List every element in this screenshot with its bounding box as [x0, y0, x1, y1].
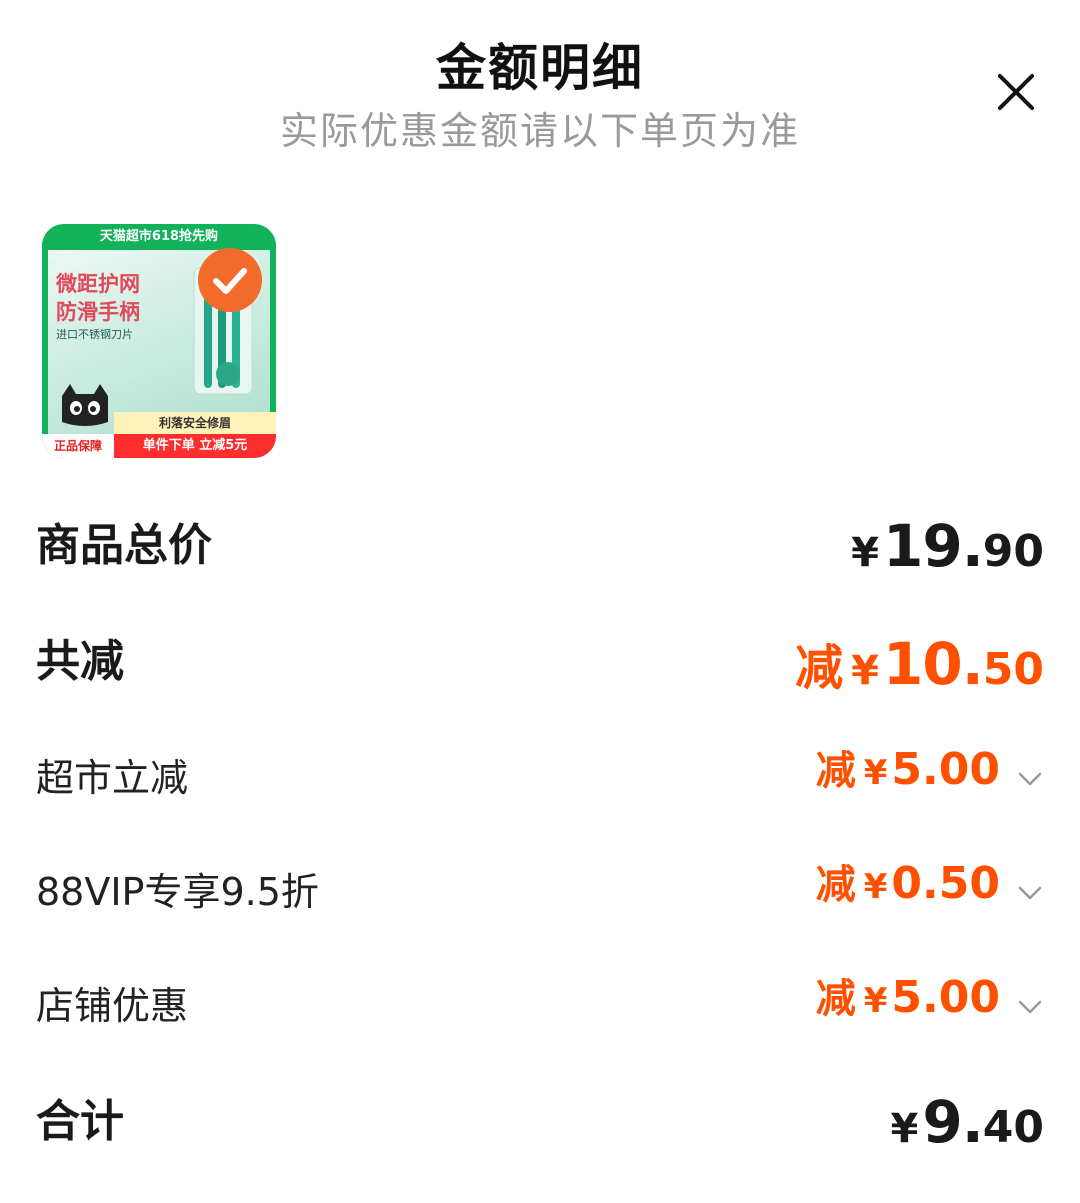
discount-prefix: 减 [815, 748, 856, 794]
discount-amount-wrap: 减 ¥ 5. 00 [816, 738, 1000, 818]
close-icon [998, 74, 1034, 110]
discount-label: 超市立减 [36, 756, 189, 800]
amount-decimal: 50 [982, 644, 1044, 695]
amount-decimal: 90 [982, 526, 1044, 577]
product-thumbnail[interactable]: 天猫超市618抢先购 微距护网 防滑手柄 进口不锈钢刀片 利落安全修眉 正品保障… [42, 224, 276, 458]
total-discount-amount: 减 ¥ 10. 50 [795, 628, 1044, 708]
chevron-down-icon[interactable] [1016, 878, 1044, 906]
discount-amount: 减 ¥ 5. 00 [816, 966, 1000, 1046]
total-row: 合计 ¥ 9. 40 [36, 1082, 1044, 1162]
subtotal-row: 商品总价 ¥ 19. 90 [36, 506, 1044, 586]
currency-symbol: ¥ [863, 981, 888, 1021]
subtotal-label: 商品总价 [36, 520, 212, 571]
tmall-cat-icon [62, 384, 108, 426]
thumb-border-left [42, 224, 48, 458]
page-title: 金额明细 [436, 39, 644, 97]
total-discount-row: 共减 减 ¥ 10. 50 [36, 622, 1044, 702]
chevron-down-icon[interactable] [1016, 764, 1044, 792]
chevron-down-icon[interactable] [1016, 992, 1044, 1020]
currency-symbol: ¥ [863, 867, 888, 907]
thumb-headline-2: 防滑手柄 [56, 300, 140, 324]
discount-prefix: 减 [815, 976, 856, 1022]
amount-decimal: 50 [938, 858, 1000, 909]
discount-amount: 减 ¥ 5. 00 [816, 738, 1000, 818]
discount-amount: 减 ¥ 0. 50 [816, 852, 1000, 932]
thumb-headline-3: 进口不锈钢刀片 [56, 328, 133, 341]
page-subtitle: 实际优惠金额请以下单页为准 [279, 109, 800, 153]
thumb-headline-1: 微距护网 [56, 272, 140, 296]
check-icon [213, 268, 247, 294]
discount-prefix: 减 [795, 640, 844, 696]
amount-decimal: 40 [982, 1102, 1044, 1153]
amount-detail-sheet: 金额明细 实际优惠金额请以下单页为准 天猫超市618抢先购 微距护网 防滑手柄 … [0, 0, 1080, 1203]
currency-symbol: ¥ [890, 1106, 919, 1152]
discount-label: 88VIP专享9.5折 [36, 870, 319, 914]
discount-amount-wrap: 减 ¥ 5. 00 [816, 966, 1000, 1046]
selected-check-badge [198, 248, 262, 312]
discount-label: 店铺优惠 [36, 984, 189, 1028]
discount-amount-wrap: 减 ¥ 0. 50 [816, 852, 1000, 932]
amount-integer: 10. [883, 630, 984, 698]
total-label: 合计 [36, 1096, 124, 1147]
amount-decimal: 00 [938, 972, 1000, 1023]
total-amount: ¥ 9. 40 [891, 1088, 1044, 1168]
subtotal-amount: ¥ 19. 90 [851, 512, 1044, 592]
amount-decimal: 00 [938, 744, 1000, 795]
thumb-strip: 利落安全修眉 [114, 412, 276, 434]
amount-integer: 5. [891, 744, 939, 795]
amount-integer: 0. [891, 858, 939, 909]
close-button[interactable] [986, 62, 1046, 122]
thumb-footer-right: 单件下单 立减5元 [142, 438, 248, 453]
thumb-banner: 天猫超市618抢先购 [42, 224, 276, 250]
amount-integer: 5. [891, 972, 939, 1023]
currency-symbol: ¥ [851, 530, 880, 576]
currency-symbol: ¥ [863, 753, 888, 793]
amount-integer: 9. [922, 1088, 983, 1156]
discount-prefix: 减 [815, 862, 856, 908]
discount-row-supermarket[interactable]: 超市立减 减 ¥ 5. 00 [36, 738, 1044, 818]
discount-row-store[interactable]: 店铺优惠 减 ¥ 5. 00 [36, 966, 1044, 1046]
total-discount-label: 共减 [36, 636, 124, 687]
discount-row-88vip[interactable]: 88VIP专享9.5折 减 ¥ 0. 50 [36, 852, 1044, 932]
currency-symbol: ¥ [851, 648, 880, 694]
amount-integer: 19. [883, 512, 984, 580]
thumb-footer-left: 正品保障 [42, 434, 114, 458]
